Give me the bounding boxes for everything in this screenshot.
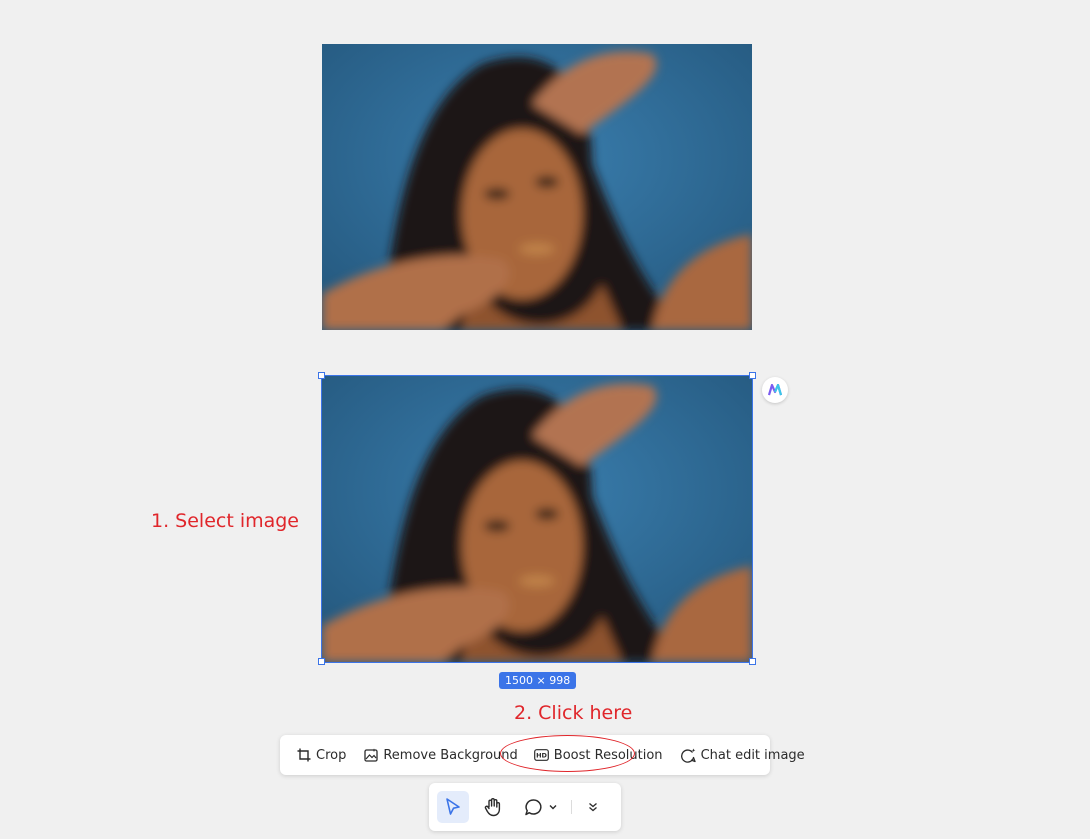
collapse-toolbar-button[interactable]	[577, 791, 609, 823]
annotation-step-1: 1. Select image	[151, 510, 300, 532]
image-toolbar: Crop Remove Background HD Boost Resoluti…	[280, 735, 805, 775]
resize-handle-bottom-left[interactable]	[318, 658, 325, 665]
crop-label: Crop	[316, 747, 347, 763]
image-dimensions-badge: 1500 × 998	[499, 672, 577, 689]
ai-assistant-button[interactable]	[762, 377, 788, 403]
boost-resolution-button[interactable]: HD Boost Resolution	[530, 741, 667, 769]
photo-woman-icon	[322, 376, 752, 662]
remove-background-icon	[364, 748, 378, 762]
chevron-down-icon	[549, 805, 557, 810]
resize-handle-bottom-right[interactable]	[749, 658, 756, 665]
hd-icon: HD	[533, 749, 549, 761]
remove-background-label: Remove Background	[383, 747, 518, 763]
collapse-icon	[589, 803, 597, 812]
canvas-image-selected[interactable]	[322, 376, 752, 662]
select-tool-button[interactable]	[437, 791, 469, 823]
svg-text:HD: HD	[536, 752, 547, 760]
photo-woman-icon	[322, 44, 752, 330]
chat-edit-image-label: Chat edit image	[700, 747, 805, 763]
remove-background-button[interactable]: Remove Background	[360, 741, 521, 769]
canvas-image-original[interactable]	[322, 44, 752, 330]
select-icon	[446, 798, 460, 815]
boost-resolution-label: Boost Resolution	[553, 747, 663, 763]
chat-edit-image-button[interactable]: Chat edit image	[677, 741, 809, 769]
crop-icon	[297, 748, 311, 762]
comment-tool-button[interactable]	[517, 791, 565, 823]
toolbar-divider	[571, 800, 572, 814]
resize-handle-top-right[interactable]	[749, 372, 756, 379]
comment-icon	[525, 798, 542, 815]
hand-tool-button[interactable]	[477, 791, 509, 823]
crop-button[interactable]: Crop	[293, 741, 350, 769]
resize-handle-top-left[interactable]	[318, 372, 325, 379]
chat-edit-icon	[680, 748, 696, 763]
hand-icon	[484, 798, 501, 817]
annotation-step-2: 2. Click here	[514, 702, 633, 724]
ai-assistant-icon	[768, 384, 782, 396]
